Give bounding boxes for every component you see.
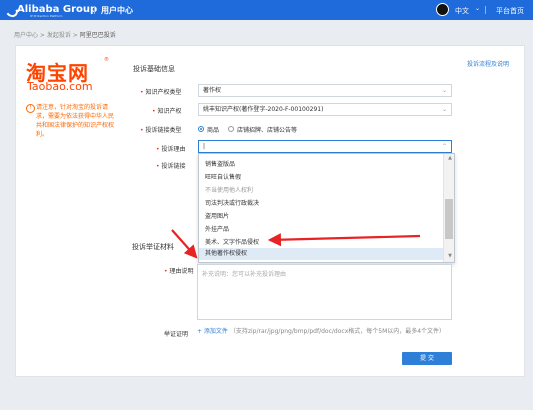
chevron-down-icon: ⌄ <box>441 87 447 94</box>
topbar-divider <box>485 6 486 14</box>
user-center-title: 用户中心 <box>101 6 133 15</box>
add-file-button[interactable]: + 添加文件 <box>197 328 228 335</box>
breadcrumb-item[interactable]: 用户中心 <box>14 32 38 39</box>
dropdown-option[interactable]: 旺旺自认售假 <box>205 172 241 181</box>
chevron-down-icon[interactable]: ⌄ <box>475 5 480 12</box>
radio-shop[interactable] <box>228 126 234 132</box>
ip-type-value: 著作权 <box>203 87 222 94</box>
ip-notice: 请注意，针对淘宝的投诉请求，需要为依法获得中华人民共和国法律保护的知识产权权利。 <box>36 104 115 138</box>
language-select[interactable]: 中文 <box>455 6 469 16</box>
taobao-domain: Taobao.com <box>27 80 93 93</box>
dropdown-option-art-text[interactable]: 美术、文字作品侵权 <box>205 237 259 246</box>
chevron-up-icon: ⌃ <box>441 143 447 150</box>
ip-value: 姚丰知识产权(著作登字-2020-F-00100291) <box>203 106 324 113</box>
avatar-icon[interactable] <box>436 3 449 16</box>
link-type-label: • 投诉链接类型 <box>140 127 182 134</box>
proof-label: 举证证明 <box>164 331 189 338</box>
scroll-up-icon[interactable]: ▲ <box>448 155 452 161</box>
reason-select[interactable]: | ⌃ <box>198 140 452 153</box>
breadcrumb: 用户中心 > 发起投诉 > 阿里巴巴投诉 <box>14 32 116 39</box>
link-label: • 投诉链接 <box>156 163 186 170</box>
scroll-thumb[interactable] <box>445 199 453 239</box>
ip-select[interactable]: 姚丰知识产权(著作登字-2020-F-00100291) ⌄ <box>198 103 452 116</box>
dropdown-option[interactable]: 司法判决或行政裁决 <box>205 198 259 207</box>
dropdown-option-selected[interactable]: 其他著作权侵权 <box>199 248 447 260</box>
topbar-divider <box>94 6 95 14</box>
upload-area: + 添加文件 （支持zip/rar/jpg/png/bmp/pdf/doc/do… <box>197 327 457 336</box>
upload-hint: （支持zip/rar/jpg/png/bmp/pdf/doc/docx格式，每个… <box>229 328 446 335</box>
help-link[interactable]: 投诉流程及说明 <box>467 59 509 68</box>
dropdown-option[interactable]: 销售盗版品 <box>205 159 235 168</box>
breadcrumb-item[interactable]: 发起投诉 <box>47 32 71 39</box>
logo-subtitle: IP Protection Platform <box>30 14 63 18</box>
platform-home-link[interactable]: 平台首页 <box>496 6 524 16</box>
reason-label: • 投诉理由 <box>156 146 186 153</box>
scroll-down-icon[interactable]: ▼ <box>448 253 452 259</box>
dropdown-option[interactable]: 盗用图片 <box>205 211 229 220</box>
radio-goods[interactable] <box>198 126 204 132</box>
section-title-evidence: 投诉举证材料 <box>132 243 174 251</box>
dropdown-group-label: 不当使用他人权利 <box>205 187 254 194</box>
reason-dropdown[interactable]: 销售盗版品 旺旺自认售假 不当使用他人权利 司法判决或行政裁决 盗用图片 外挂产… <box>198 153 455 263</box>
radio-goods-label: 商品 <box>207 127 220 134</box>
dropdown-scrollbar[interactable]: ▲ ▼ <box>443 154 454 262</box>
registered-mark: ® <box>104 57 109 63</box>
dropdown-option[interactable]: 外挂产品 <box>205 224 229 233</box>
chevron-down-icon: ⌄ <box>441 106 447 113</box>
radio-shop-label: 店铺招牌、店铺公告等 <box>237 127 298 134</box>
section-title-basic: 投诉基础信息 <box>133 65 175 73</box>
top-bar: Alibaba Group IP Protection Platform 用户中… <box>0 0 533 20</box>
ip-type-select[interactable]: 著作权 ⌄ <box>198 84 452 97</box>
explain-textarea[interactable]: 补充说明：您可以补充投诉理由 <box>197 264 452 320</box>
ip-type-label: • 知识产权类型 <box>140 89 182 96</box>
submit-button[interactable]: 提 交 <box>402 352 452 365</box>
ip-label: • 知识产权 <box>152 108 182 115</box>
breadcrumb-current: 阿里巴巴投诉 <box>79 32 116 39</box>
explain-label: • 理由说明 <box>164 268 194 275</box>
warning-icon: ! <box>26 104 35 113</box>
